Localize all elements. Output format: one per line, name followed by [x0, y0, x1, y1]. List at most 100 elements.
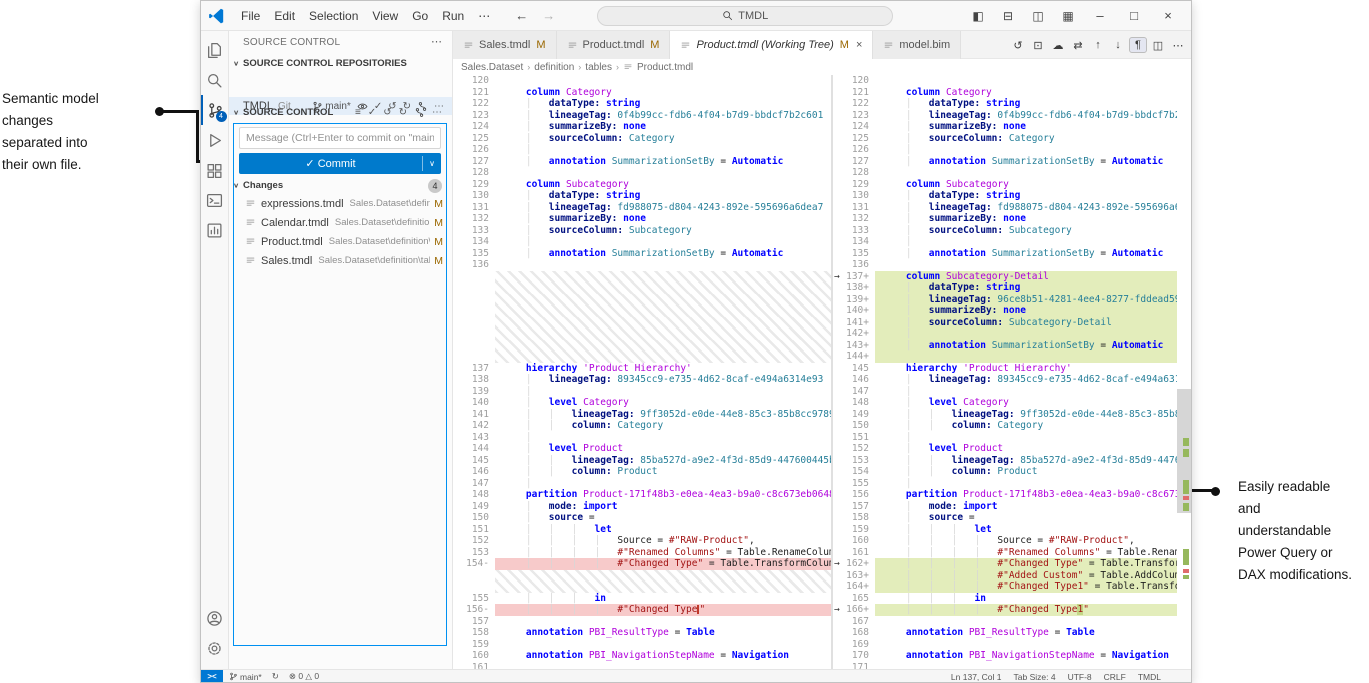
diff-row: 132 │ summarizeBy: none: [833, 213, 1177, 225]
code-line: │ lineageTag: fd988075-d804-4243-892e-59…: [495, 202, 831, 214]
diff-pane-original[interactable]: 120121 column Category122 │ dataType: st…: [453, 75, 831, 669]
next-change-icon[interactable]: ↓: [1109, 38, 1127, 52]
tab-product-tmdl-working-tree-[interactable]: Product.tmdl (Working Tree)M×: [670, 31, 873, 59]
code-line: │ │ │ │ #"Changed Type" = Table.Transfor…: [875, 558, 1177, 570]
statusbar-problems[interactable]: ⊗ 0 △ 0: [289, 671, 319, 682]
change-row-Calendar-tmdl[interactable]: Calendar.tmdlSales.Dataset\definition\ta…: [229, 213, 452, 232]
breadcrumb-item-tables[interactable]: tables: [585, 62, 612, 73]
timeline-icon[interactable]: ↺: [1009, 38, 1027, 53]
more-actions-icon[interactable]: ⋯: [432, 107, 442, 118]
activitybar-bottom: [201, 603, 229, 663]
source-control-section-header[interactable]: ∨ SOURCE CONTROL ≡✓↺↻⋯: [229, 104, 452, 120]
swap-diff-sides-icon[interactable]: ⇄: [1069, 38, 1087, 53]
cloud-changes-icon[interactable]: ☁: [1049, 38, 1067, 53]
menu-item-selection[interactable]: Selection: [302, 1, 365, 31]
menu-item-go[interactable]: Go: [405, 1, 435, 31]
code-line: [495, 282, 831, 294]
view-history-icon[interactable]: ↺: [383, 107, 391, 118]
statusbar-branch-status[interactable]: main*: [229, 672, 262, 682]
line-number: 124: [453, 121, 495, 133]
diff-row: 130 │ dataType: string: [833, 190, 1177, 202]
activitybar-terminal[interactable]: [201, 185, 229, 215]
callout-left-line-v: [196, 110, 199, 163]
tab-product-tmdl[interactable]: Product.tmdlM: [557, 31, 671, 59]
discard-changes-icon[interactable]: ⊡: [1029, 38, 1047, 53]
toggle-whitespace-icon[interactable]: ¶: [1129, 37, 1147, 53]
statusbar-cursor-position[interactable]: Ln 137, Col 1: [951, 672, 1002, 682]
activitybar-run-debug[interactable]: [201, 125, 229, 155]
menu-item-run[interactable]: Run: [435, 1, 471, 31]
breadcrumb-item-sales-dataset[interactable]: Sales.Dataset: [461, 62, 523, 73]
breadcrumb-item-product-tmdl[interactable]: Product.tmdl: [637, 62, 693, 73]
close-icon[interactable]: ×: [856, 39, 862, 51]
line-number: [453, 305, 495, 317]
breadcrumb-item-definition[interactable]: definition: [534, 62, 574, 73]
change-file-name: expressions.tmdl: [261, 198, 344, 210]
code-line: │ lineageTag: 0f4b99cc-fdb6-4f04-b7d9-bb…: [875, 110, 1177, 122]
commit-message-input[interactable]: [239, 127, 441, 149]
statusbar-eol[interactable]: CRLF: [1104, 672, 1126, 682]
annotation-right: Easily readable and understandable Power…: [1238, 476, 1356, 586]
minimize-button[interactable]: –: [1085, 1, 1115, 31]
command-center-search[interactable]: TMDL: [597, 6, 893, 26]
chevron-down-icon: ∨: [229, 59, 243, 66]
code-line: │ summarizeBy: none: [875, 305, 1177, 317]
code-line: partition Product-171f48b3-e0ea-4ea3-b9a…: [495, 489, 831, 501]
code-line: │ lineageTag: 0f4b99cc-fdb6-4f04-b7d9-bb…: [495, 110, 831, 122]
previous-change-icon[interactable]: ↑: [1089, 38, 1107, 52]
breadcrumb-separator: ›: [578, 62, 581, 72]
commit-dropdown-icon[interactable]: ∨: [423, 159, 441, 168]
statusbar-language-mode[interactable]: TMDL: [1138, 672, 1161, 682]
repositories-section-header[interactable]: ∨ SOURCE CONTROL REPOSITORIES: [229, 55, 452, 71]
maximize-button[interactable]: □: [1119, 1, 1149, 31]
more-actions-icon[interactable]: ⋯: [1169, 38, 1187, 53]
breadcrumb[interactable]: Sales.Dataset›definition›tables›Product.…: [461, 59, 693, 75]
statusbar-encoding[interactable]: UTF-8: [1068, 672, 1092, 682]
diff-pane-modified[interactable]: 120121 column Category122 │ dataType: st…: [833, 75, 1177, 669]
tab-sales-tmdl[interactable]: Sales.tmdlM: [453, 31, 557, 59]
toggle-primary-sidebar-icon[interactable]: ◧: [965, 1, 991, 31]
menu-item-file[interactable]: File: [234, 1, 267, 31]
close-button[interactable]: ×: [1153, 1, 1183, 31]
statusbar-indentation[interactable]: Tab Size: 4: [1014, 672, 1056, 682]
remote-indicator[interactable]: ><: [201, 670, 223, 683]
changes-section-header[interactable]: ∨ Changes 4: [229, 177, 452, 194]
line-number: 145: [833, 363, 875, 375]
tab-model-bim[interactable]: model.bim: [873, 31, 961, 59]
activitybar-explorer[interactable]: [201, 35, 229, 65]
activitybar-extensions[interactable]: [201, 155, 229, 185]
commit-button-label[interactable]: ✓ Commit: [239, 157, 422, 170]
line-number: 121: [833, 87, 875, 99]
activitybar-source-control[interactable]: 4: [201, 95, 229, 125]
refresh-icon[interactable]: ↻: [399, 107, 407, 118]
diff-row: 154 │ │ column: Product: [833, 466, 1177, 478]
toggle-secondary-sidebar-icon[interactable]: ◫: [1025, 1, 1051, 31]
menu-item-edit[interactable]: Edit: [267, 1, 302, 31]
change-row-Product-tmdl[interactable]: Product.tmdlSales.Dataset\definition\tab…: [229, 232, 452, 251]
activitybar-account[interactable]: [201, 603, 229, 633]
diff-row: 127 │ annotation SummarizationSetBy = Au…: [453, 156, 831, 168]
activitybar-report-chart[interactable]: [201, 215, 229, 245]
change-file-path: Sales.Dataset\definition: [350, 198, 431, 209]
activitybar-search[interactable]: [201, 65, 229, 95]
statusbar-sync-status[interactable]: ↻: [272, 671, 279, 682]
diff-row: 125 │ sourceColumn: Category: [453, 133, 831, 145]
code-line: │ │ lineageTag: 9ff3052d-e0de-44e8-85c3-…: [495, 409, 831, 421]
split-editor-icon[interactable]: ◫: [1149, 38, 1167, 53]
change-row-Sales-tmdl[interactable]: Sales.tmdlSales.Dataset\definition\table…: [229, 251, 452, 270]
activity-bar: 4: [201, 31, 229, 669]
change-row-expressions-tmdl[interactable]: expressions.tmdl Sales.Dataset\definition…: [229, 194, 452, 213]
menu-item-[interactable]: ⋯: [471, 1, 497, 31]
overview-ruler[interactable]: [1177, 75, 1191, 669]
commit-button[interactable]: ✓ Commit ∨: [239, 153, 441, 174]
nav-forward-icon[interactable]: →: [542, 8, 555, 23]
menu-item-view[interactable]: View: [365, 1, 405, 31]
customize-layout-icon[interactable]: ▦: [1055, 1, 1081, 31]
toggle-panel-icon[interactable]: ⊟: [995, 1, 1021, 31]
sidebar-more-icon[interactable]: ⋯: [431, 35, 442, 48]
diff-filler-row: [453, 282, 831, 294]
nav-back-icon[interactable]: ←: [515, 8, 528, 23]
activitybar-settings[interactable]: [201, 633, 229, 663]
view-as-list-icon[interactable]: ≡: [355, 107, 361, 118]
commit-icon[interactable]: ✓: [368, 107, 376, 118]
